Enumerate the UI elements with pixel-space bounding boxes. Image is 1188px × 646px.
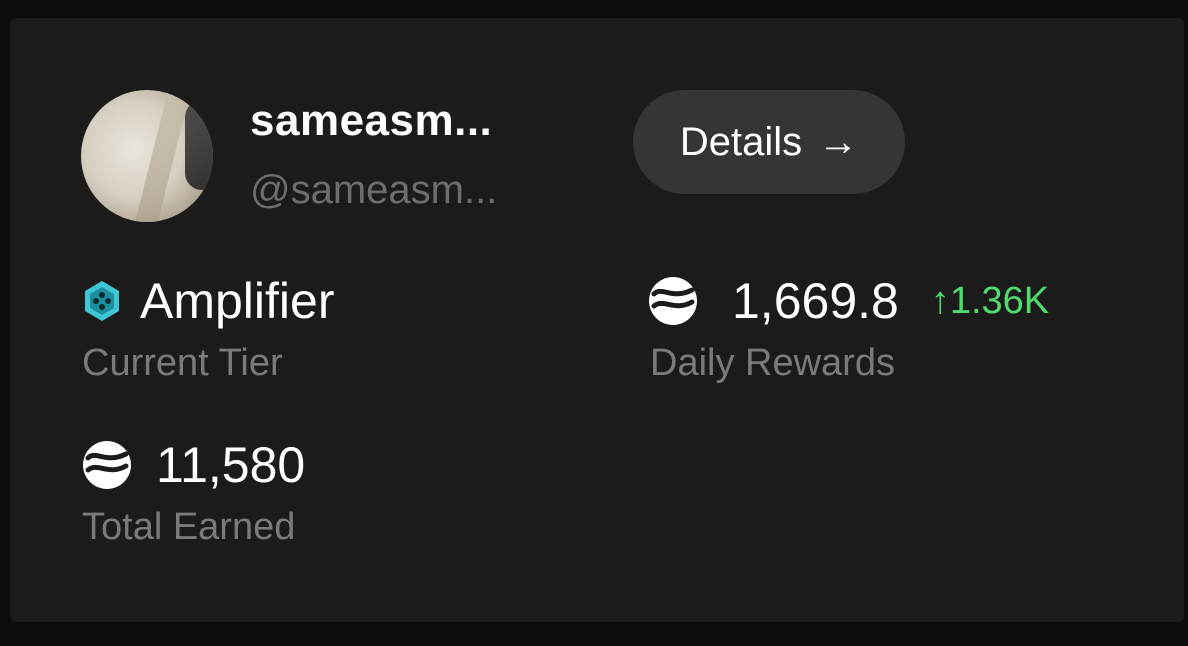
details-button[interactable]: Details →	[633, 90, 905, 194]
total-earned-label: Total Earned	[82, 506, 296, 548]
daily-rewards-label: Daily Rewards	[650, 342, 895, 384]
total-earned-stat: 11,580	[82, 436, 305, 494]
arrow-right-icon: →	[818, 120, 859, 164]
token-icon	[83, 441, 131, 489]
tier-gem-icon	[85, 281, 119, 321]
avatar[interactable]	[81, 90, 213, 222]
daily-rewards-stat: 1,669.8 ↑1.36K	[648, 272, 1049, 330]
total-earned-value: 11,580	[156, 437, 306, 493]
avatar-detail	[185, 100, 213, 190]
user-handle: @sameasm...	[250, 168, 498, 212]
avatar-detail	[131, 90, 193, 222]
current-tier-stat: Amplifier	[82, 272, 334, 330]
token-icon	[649, 277, 697, 325]
tier-value: Amplifier	[140, 273, 335, 329]
daily-rewards-value: 1,669.8	[732, 273, 899, 329]
daily-rewards-change: ↑1.36K	[930, 279, 1050, 322]
display-name: sameasm...	[250, 96, 493, 145]
profile-card: sameasm... @sameasm... Details → Amplifi…	[10, 18, 1184, 622]
tier-label: Current Tier	[82, 342, 283, 384]
details-button-label: Details	[679, 119, 803, 164]
